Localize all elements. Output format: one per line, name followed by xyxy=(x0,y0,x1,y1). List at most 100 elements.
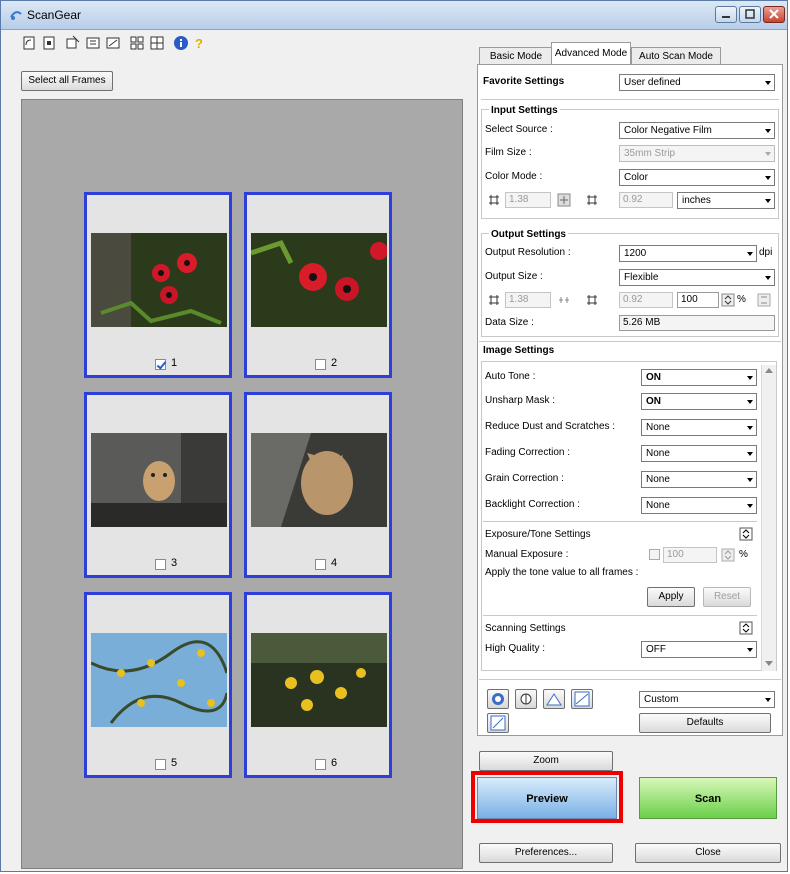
scroll-down-icon[interactable] xyxy=(765,661,773,667)
grain-correction-label: Grain Correction : xyxy=(485,473,564,484)
frame-1[interactable]: 1 xyxy=(84,192,232,378)
favorite-settings-dropdown[interactable]: User defined xyxy=(619,74,775,91)
chevron-down-icon xyxy=(765,199,771,203)
scroll-up-icon[interactable] xyxy=(765,367,773,373)
information-icon[interactable] xyxy=(173,35,189,51)
auto-tone-value: ON xyxy=(646,372,661,383)
film-size-value: 35mm Strip xyxy=(624,148,676,159)
unit-value: inches xyxy=(682,195,711,206)
reduce-dust-value: None xyxy=(646,422,670,433)
preferences-button[interactable]: Preferences... xyxy=(479,843,613,863)
chevron-down-icon xyxy=(747,376,753,380)
scangear-window: ScanGear ? Select all Frames 1 2 3 4 5 6… xyxy=(0,0,788,872)
title-bar: ScanGear xyxy=(1,1,787,30)
frame-4-image xyxy=(251,433,387,527)
frame-1-image xyxy=(91,233,227,327)
threshold-icon xyxy=(490,715,506,731)
auto-tone-dropdown[interactable]: ON xyxy=(641,369,757,386)
custom-tone-dropdown[interactable]: Custom xyxy=(639,691,775,708)
auto-tone-label: Auto Tone : xyxy=(485,371,536,382)
fading-correction-value: None xyxy=(646,448,670,459)
high-quality-dropdown[interactable]: OFF xyxy=(641,641,757,658)
reduce-dust-dropdown[interactable]: None xyxy=(641,419,757,436)
final-review-button[interactable] xyxy=(571,689,593,709)
scale-stepper-icon[interactable] xyxy=(721,293,735,307)
divider xyxy=(479,341,781,342)
output-resolution-dropdown[interactable]: 1200 xyxy=(619,245,757,262)
aspect-lock-icon[interactable] xyxy=(557,193,571,207)
output-settings-title: Output Settings xyxy=(489,229,568,240)
swap-orientation-icon[interactable] xyxy=(757,293,771,307)
output-size-dropdown[interactable]: Flexible xyxy=(619,269,775,286)
clear-frame-icon[interactable] xyxy=(105,35,121,51)
select-frame-icon[interactable] xyxy=(85,35,101,51)
thumbnail-view-icon[interactable] xyxy=(129,35,145,51)
dpi-unit-label: dpi xyxy=(759,247,773,258)
width-icon xyxy=(489,195,499,205)
close-window-button[interactable] xyxy=(763,6,785,23)
frame-3[interactable]: 3 xyxy=(84,392,232,578)
zoom-button[interactable]: Zoom xyxy=(479,751,613,771)
select-source-dropdown[interactable]: Color Negative Film xyxy=(619,122,775,139)
manual-exposure-field: 100 xyxy=(663,547,717,563)
color-mode-dropdown[interactable]: Color xyxy=(619,169,775,186)
select-source-label: Select Source : xyxy=(485,124,553,135)
scanning-settings-title: Scanning Settings xyxy=(485,623,566,634)
reset-button: Reset xyxy=(703,587,751,607)
frame-5-number: 5 xyxy=(171,757,178,769)
auto-crop-icon[interactable] xyxy=(65,35,81,51)
output-resolution-label: Output Resolution : xyxy=(485,247,571,258)
histogram-icon xyxy=(520,693,532,705)
grain-correction-dropdown[interactable]: None xyxy=(641,471,757,488)
rotate-right-icon[interactable] xyxy=(41,35,57,51)
tab-advanced-mode[interactable]: Advanced Mode xyxy=(551,42,631,64)
frame-5-checkbox[interactable] xyxy=(155,759,166,770)
frame-3-checkbox[interactable] xyxy=(155,559,166,570)
apply-button[interactable]: Apply xyxy=(647,587,695,607)
close-button[interactable]: Close xyxy=(635,843,781,863)
unit-dropdown[interactable]: inches xyxy=(677,192,775,209)
frame-4[interactable]: 4 xyxy=(244,392,392,578)
output-size-label: Output Size : xyxy=(485,271,543,282)
image-settings-scrollbar[interactable] xyxy=(761,365,776,671)
frame-2-image xyxy=(251,233,387,327)
threshold-button[interactable] xyxy=(487,713,509,733)
tone-curve-button[interactable] xyxy=(543,689,565,709)
brightness-contrast-button[interactable] xyxy=(487,689,509,709)
manual-exposure-checkbox[interactable] xyxy=(649,549,660,560)
frame-6[interactable]: 6 xyxy=(244,592,392,778)
preview-area[interactable]: 1 2 3 4 5 6 xyxy=(21,99,463,869)
scan-button[interactable]: Scan xyxy=(639,777,777,819)
help-icon[interactable]: ? xyxy=(191,35,207,51)
frame-4-checkbox[interactable] xyxy=(315,559,326,570)
scale-field[interactable]: 100 xyxy=(677,292,719,308)
divider xyxy=(481,99,779,100)
frame-5[interactable]: 5 xyxy=(84,592,232,778)
output-size-value: Flexible xyxy=(624,272,659,283)
output-height-field: 0.92 xyxy=(619,292,673,308)
histogram-button[interactable] xyxy=(515,689,537,709)
maximize-button[interactable] xyxy=(739,6,761,23)
whole-image-view-icon[interactable] xyxy=(149,35,165,51)
tab-basic-mode[interactable]: Basic Mode xyxy=(479,47,553,65)
tab-auto-scan-mode[interactable]: Auto Scan Mode xyxy=(631,47,721,65)
frame-2[interactable]: 2 xyxy=(244,192,392,378)
chevron-down-icon xyxy=(765,129,771,133)
chevron-down-icon xyxy=(765,698,771,702)
output-resolution-value: 1200 xyxy=(624,248,647,259)
frame-1-checkbox[interactable] xyxy=(155,359,166,370)
select-source-value: Color Negative Film xyxy=(624,125,712,136)
minimize-icon xyxy=(722,16,730,18)
defaults-button[interactable]: Defaults xyxy=(639,713,771,733)
expand-collapse-icon[interactable] xyxy=(739,621,753,635)
frame-2-checkbox[interactable] xyxy=(315,359,326,370)
data-size-value: 5.26 MB xyxy=(619,315,775,331)
expand-collapse-icon[interactable] xyxy=(739,527,753,541)
minimize-button[interactable] xyxy=(715,6,737,23)
rotate-left-icon[interactable] xyxy=(21,35,37,51)
unsharp-mask-dropdown[interactable]: ON xyxy=(641,393,757,410)
frame-6-checkbox[interactable] xyxy=(315,759,326,770)
backlight-correction-dropdown[interactable]: None xyxy=(641,497,757,514)
fading-correction-dropdown[interactable]: None xyxy=(641,445,757,462)
select-all-frames-button[interactable]: Select all Frames xyxy=(21,71,113,91)
